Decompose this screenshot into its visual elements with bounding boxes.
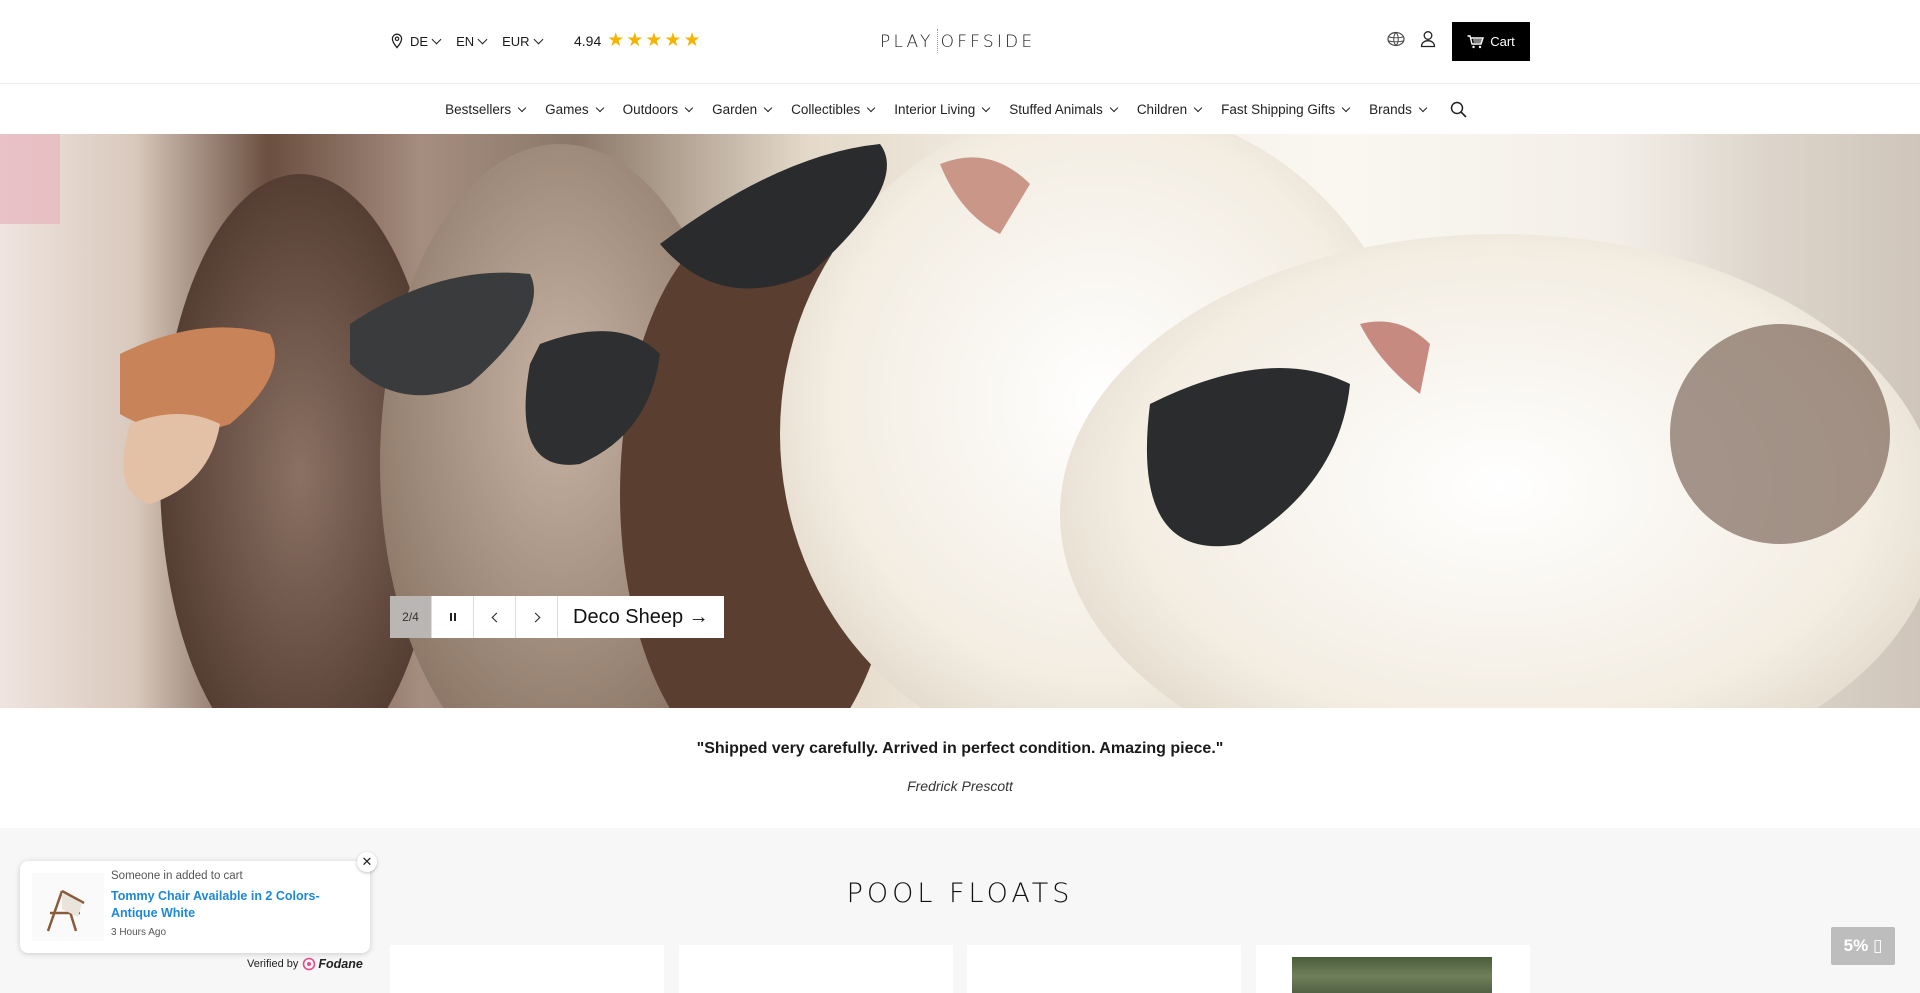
top-header: DE EN EUR 4.94 ★ ★ ★ ★ ★ PLAY OFFSIDE Car… (0, 0, 1920, 84)
chevron-down-icon (684, 103, 694, 112)
prev-slide-button[interactable] (474, 596, 516, 638)
language-select[interactable]: EN (456, 33, 488, 49)
testimonial-author: Fredrick Prescott (907, 778, 1013, 794)
star-icon: ★ (645, 30, 663, 51)
nav-item-label: Garden (712, 101, 758, 117)
social-proof-popup[interactable]: Someone in added to cart Tommy Chair Ava… (20, 861, 370, 953)
testimonial: "Shipped very carefully. Arrived in perf… (0, 708, 1920, 828)
pause-button[interactable] (432, 596, 474, 638)
product-card[interactable] (679, 945, 953, 993)
chevron-down-icon (982, 103, 991, 112)
logo-right-text: OFFSIDE (940, 32, 1036, 52)
cart-button[interactable]: Cart (1452, 22, 1530, 61)
nav-item-outdoors[interactable]: Outdoors (622, 101, 694, 117)
store-rating[interactable]: 4.94 ★ ★ ★ ★ ★ (574, 31, 700, 50)
slide-link-button[interactable]: Deco Sheep → (558, 596, 724, 638)
popup-subtitle: Someone in added to cart (111, 870, 243, 882)
verified-by-label: Verified by (247, 958, 299, 970)
slide-counter: 2/4 (390, 596, 432, 638)
header-icons (1386, 30, 1436, 48)
nav-item-games[interactable]: Games (545, 101, 604, 117)
product-card[interactable] (1256, 945, 1530, 993)
language-value: EN (456, 33, 475, 49)
discount-tab[interactable]: 5% ▯ (1831, 927, 1895, 965)
hero-image (0, 134, 1920, 708)
chevron-left-icon (491, 612, 501, 622)
locale-selectors: DE EN EUR (390, 33, 552, 49)
nav-item-label: Children (1136, 101, 1188, 117)
search-icon[interactable] (1450, 101, 1467, 118)
testimonial-quote: "Shipped very carefully. Arrived in perf… (696, 740, 1224, 757)
product-image (1292, 957, 1492, 993)
fodane-logo[interactable]: Fodane (302, 957, 363, 971)
star-icon: ★ (683, 30, 701, 51)
chevron-down-icon (1193, 103, 1203, 112)
nav-item-label: Stuffed Animals (1009, 101, 1103, 117)
logo-left-text: PLAY (880, 32, 934, 52)
nav-item-label: Games (545, 101, 589, 117)
nav-item-label: Fast Shipping Gifts (1221, 101, 1336, 117)
cart-label: Cart (1490, 34, 1515, 49)
pause-icon (449, 613, 456, 621)
rating-value: 4.94 (574, 32, 602, 49)
fodane-flower-icon (303, 957, 316, 971)
chevron-down-icon (1418, 103, 1428, 112)
product-card[interactable] (967, 945, 1241, 993)
chevron-down-icon (763, 103, 773, 112)
nav-item-stuffed-animals[interactable]: Stuffed Animals (1009, 101, 1119, 117)
nav-item-label: Brands (1369, 101, 1412, 117)
nav-item-label: Interior Living (894, 101, 976, 117)
nav-item-fast-shipping-gifts[interactable]: Fast Shipping Gifts (1221, 101, 1351, 117)
nav-item-children[interactable]: Children (1136, 101, 1203, 117)
nav-item-label: Bestsellers (445, 101, 512, 117)
chevron-down-icon (517, 103, 527, 112)
fodane-brand-text: Fodane (318, 957, 363, 971)
verified-by: Verified by Fodane (247, 957, 363, 971)
star-icon: ★ (664, 30, 682, 51)
rating-stars: ★ ★ ★ ★ ★ (607, 31, 700, 50)
site-logo[interactable]: PLAY OFFSIDE (880, 29, 1035, 53)
popup-product-link[interactable]: Tommy Chair Available in 2 Colors- Antiq… (111, 888, 351, 922)
chevron-down-icon (595, 103, 604, 112)
main-nav: Bestsellers Games Outdoors Garden Collec… (0, 84, 1920, 134)
chevron-down-icon (431, 34, 442, 44)
nav-item-interior-living[interactable]: Interior Living (894, 101, 991, 117)
chevron-down-icon (477, 34, 488, 44)
country-select[interactable]: DE (410, 33, 442, 49)
nav-item-brands[interactable]: Brands (1369, 101, 1428, 117)
hero-slideshow: 2/4 Deco Sheep → (0, 134, 1920, 708)
star-icon: ★ (626, 30, 644, 51)
country-value: DE (410, 33, 429, 49)
globe-icon[interactable] (1386, 30, 1406, 48)
popup-time: 3 Hours Ago (111, 927, 167, 938)
nav-item-garden[interactable]: Garden (712, 101, 773, 117)
chevron-down-icon (533, 34, 544, 44)
chevron-down-icon (866, 103, 876, 112)
chevron-right-icon (530, 612, 540, 622)
nav-item-label: Outdoors (622, 101, 679, 117)
chevron-down-icon (1109, 103, 1119, 112)
nav-item-label: Collectibles (791, 101, 861, 117)
slideshow-controls: 2/4 Deco Sheep → (390, 596, 724, 638)
star-icon: ★ (607, 30, 625, 51)
location-pin-icon (390, 33, 404, 49)
currency-select[interactable]: EUR (502, 33, 544, 49)
close-icon[interactable]: ✕ (357, 852, 377, 872)
account-icon[interactable] (1420, 30, 1436, 48)
product-card[interactable] (390, 945, 664, 993)
nav-item-bestsellers[interactable]: Bestsellers (445, 101, 527, 117)
nav-item-collectibles[interactable]: Collectibles (791, 101, 876, 117)
product-thumbnail (32, 873, 104, 941)
cart-icon (1467, 34, 1485, 49)
currency-value: EUR (502, 33, 530, 49)
next-slide-button[interactable] (516, 596, 558, 638)
chevron-down-icon (1341, 103, 1351, 112)
logo-divider (936, 29, 938, 53)
